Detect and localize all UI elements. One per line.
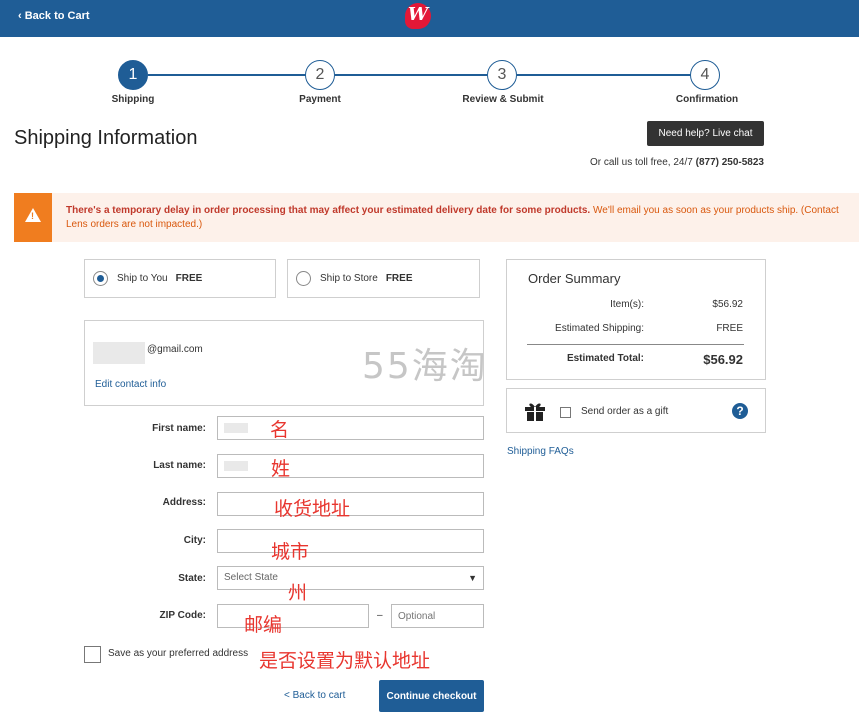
zip-label: ZIP Code: <box>159 610 206 621</box>
order-summary-title: Order Summary <box>528 271 621 286</box>
city-label: City: <box>183 535 206 546</box>
items-label: Item(s): <box>610 299 644 310</box>
step-4-circle: 4 <box>690 60 720 90</box>
shipping-estimate-label: Estimated Shipping: <box>555 323 644 334</box>
address-label: Address: <box>162 497 206 508</box>
alert-bold-text: There's a temporary delay in order proce… <box>66 205 591 216</box>
ship-to-store-text: Ship to Store FREE <box>320 273 412 284</box>
step-3-circle: 3 <box>487 60 517 90</box>
annotation-city: 城市 <box>271 541 310 563</box>
first-name-blurred <box>224 423 248 433</box>
last-name-label: Last name: <box>153 460 206 471</box>
ship-to-store-option[interactable]: Ship to Store FREE <box>287 259 480 298</box>
toll-free-line: Or call us toll free, 24/7 (877) 250-582… <box>590 157 764 168</box>
ship-to-store-radio[interactable] <box>296 271 311 286</box>
send-as-gift-label: Send order as a gift <box>581 406 669 417</box>
annotation-save: 是否设置为默认地址 <box>259 650 431 672</box>
live-chat-button[interactable]: Need help? Live chat <box>647 121 764 146</box>
annotation-zip: 邮编 <box>244 614 283 636</box>
save-preferred-address-checkbox[interactable] <box>84 646 101 663</box>
phone-number[interactable]: (877) 250-5823 <box>696 157 764 168</box>
ship-to-store-price: FREE <box>385 273 413 284</box>
last-name-blurred <box>224 461 248 471</box>
step-3-label: Review & Submit <box>462 94 544 105</box>
send-as-gift-checkbox[interactable] <box>560 407 571 418</box>
zip-dash: – <box>377 610 383 621</box>
ship-to-you-option[interactable]: Ship to You FREE <box>84 259 276 298</box>
annotation-address: 收货地址 <box>274 498 351 520</box>
step-connector <box>148 74 308 76</box>
back-to-cart-bottom-link[interactable]: < Back to cart <box>284 690 345 701</box>
step-1-label: Shipping <box>111 94 155 105</box>
gift-icon <box>525 403 545 421</box>
alert-message: There's a temporary delay in order proce… <box>66 204 846 232</box>
alert-icon-box: ! <box>14 193 52 242</box>
shipping-estimate-value: FREE <box>716 323 743 334</box>
zip-input[interactable] <box>217 604 369 628</box>
toll-free-text: Or call us toll free, 24/7 <box>590 157 693 168</box>
city-input[interactable] <box>217 529 484 553</box>
first-name-label: First name: <box>152 423 206 434</box>
step-2-label: Payment <box>299 94 341 105</box>
ship-to-you-label: Ship to You <box>117 273 168 284</box>
total-value: $56.92 <box>703 352 743 367</box>
back-to-cart-link[interactable]: ‹ Back to Cart <box>18 10 90 22</box>
last-name-input[interactable] <box>217 454 484 478</box>
state-select-value: Select State <box>224 572 278 583</box>
step-connector <box>335 74 487 76</box>
ship-to-you-price: FREE <box>175 273 203 284</box>
ship-to-store-label: Ship to Store <box>320 273 378 284</box>
total-label: Estimated Total: <box>566 353 644 364</box>
delay-alert-banner: ! There's a temporary delay in order pro… <box>14 193 859 242</box>
step-2-circle: 2 <box>305 60 335 90</box>
continue-checkout-button[interactable]: Continue checkout <box>379 680 484 712</box>
edit-contact-info-link[interactable]: Edit contact info <box>95 379 166 390</box>
zip-extension-input[interactable] <box>391 604 484 628</box>
items-value: $56.92 <box>712 299 743 310</box>
address-input[interactable] <box>217 492 484 516</box>
step-connector <box>517 74 692 76</box>
email-blurred <box>93 342 145 364</box>
top-bar: ‹ Back to Cart W <box>0 0 859 37</box>
annotation-first-name: 名 <box>270 419 290 441</box>
page-title: Shipping Information <box>14 127 198 149</box>
first-name-input[interactable] <box>217 416 484 440</box>
annotation-state: 州 <box>288 582 308 604</box>
back-to-cart-label: Back to Cart <box>24 10 90 22</box>
ship-to-you-text: Ship to You FREE <box>117 273 202 284</box>
email-domain: @gmail.com <box>147 344 203 355</box>
walgreens-logo[interactable]: W <box>405 3 431 29</box>
ship-to-you-radio[interactable] <box>93 271 108 286</box>
checkout-progress: 1 2 3 4 Shipping Payment Review & Submit… <box>0 55 859 115</box>
watermark-text: 55海淘 <box>362 346 488 387</box>
warning-icon: ! <box>25 208 41 222</box>
summary-divider <box>527 344 744 345</box>
state-select[interactable]: Select State ▼ <box>217 566 484 590</box>
step-1-circle: 1 <box>118 60 148 90</box>
state-label: State: <box>178 573 206 584</box>
annotation-last-name: 姓 <box>271 458 291 480</box>
shipping-faqs-link[interactable]: Shipping FAQs <box>507 446 574 457</box>
step-4-label: Confirmation <box>675 94 739 105</box>
save-preferred-address-label: Save as your preferred address <box>108 648 249 659</box>
help-icon[interactable]: ? <box>732 403 748 419</box>
dropdown-arrow-icon: ▼ <box>468 573 477 583</box>
